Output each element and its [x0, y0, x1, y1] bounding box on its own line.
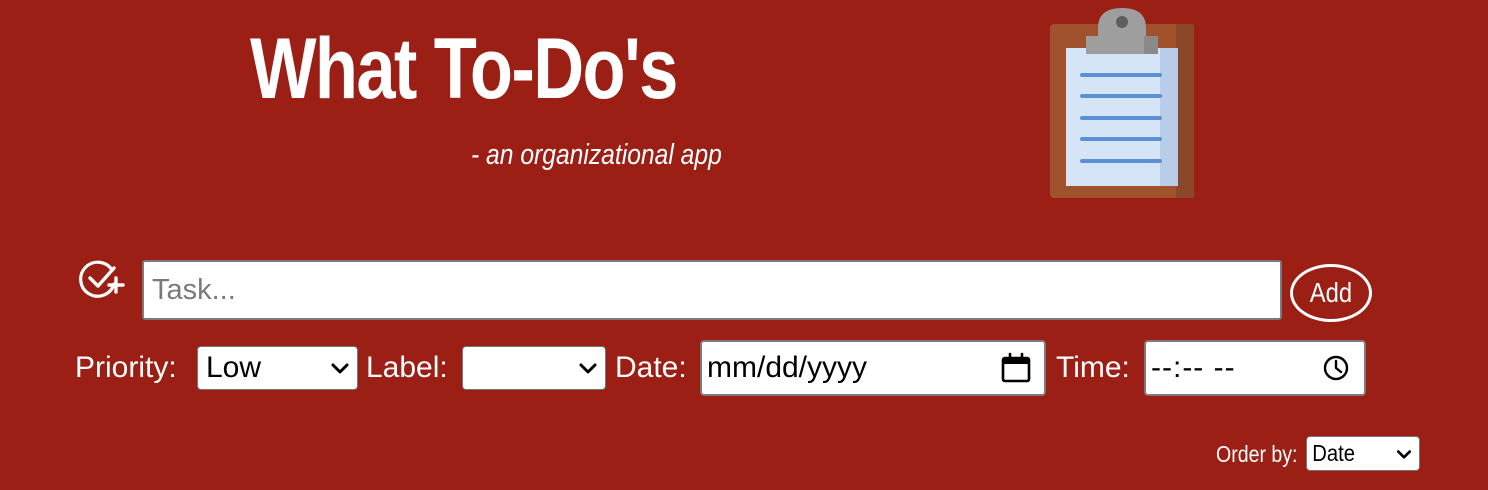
- app-page: What To-Do's - an organizational app Add…: [0, 0, 1488, 490]
- clipboard-icon: [1050, 8, 1194, 198]
- page-subtitle: - an organizational app: [471, 139, 722, 171]
- order-by-select[interactable]: Date: [1306, 436, 1420, 471]
- priority-select[interactable]: Low: [197, 346, 358, 390]
- check-circle-plus-icon: [79, 260, 125, 298]
- date-input[interactable]: mm/dd/yyyy: [700, 340, 1046, 396]
- clock-icon[interactable]: [1322, 354, 1350, 382]
- chevron-down-icon: [1396, 449, 1412, 459]
- calendar-icon[interactable]: [1000, 352, 1032, 384]
- page-title: What To-Do's: [250, 21, 678, 117]
- task-input[interactable]: [142, 260, 1282, 320]
- add-button-label: Add: [1309, 277, 1353, 308]
- time-input[interactable]: --:-- --: [1144, 340, 1366, 396]
- time-label: Time:: [1056, 351, 1130, 384]
- time-value: --:-- --: [1151, 351, 1236, 384]
- order-by-label: Order by:: [1216, 441, 1298, 467]
- date-label: Date:: [615, 351, 687, 384]
- chevron-down-icon: [331, 363, 349, 374]
- priority-selected-value: Low: [206, 351, 262, 384]
- label-select[interactable]: [462, 346, 606, 390]
- chevron-down-icon: [579, 363, 597, 374]
- add-button[interactable]: Add: [1290, 264, 1372, 322]
- priority-label: Priority:: [75, 351, 177, 384]
- label-label: Label:: [366, 351, 448, 384]
- date-value: mm/dd/yyyy: [707, 351, 868, 384]
- order-by-selected-value: Date: [1312, 440, 1356, 466]
